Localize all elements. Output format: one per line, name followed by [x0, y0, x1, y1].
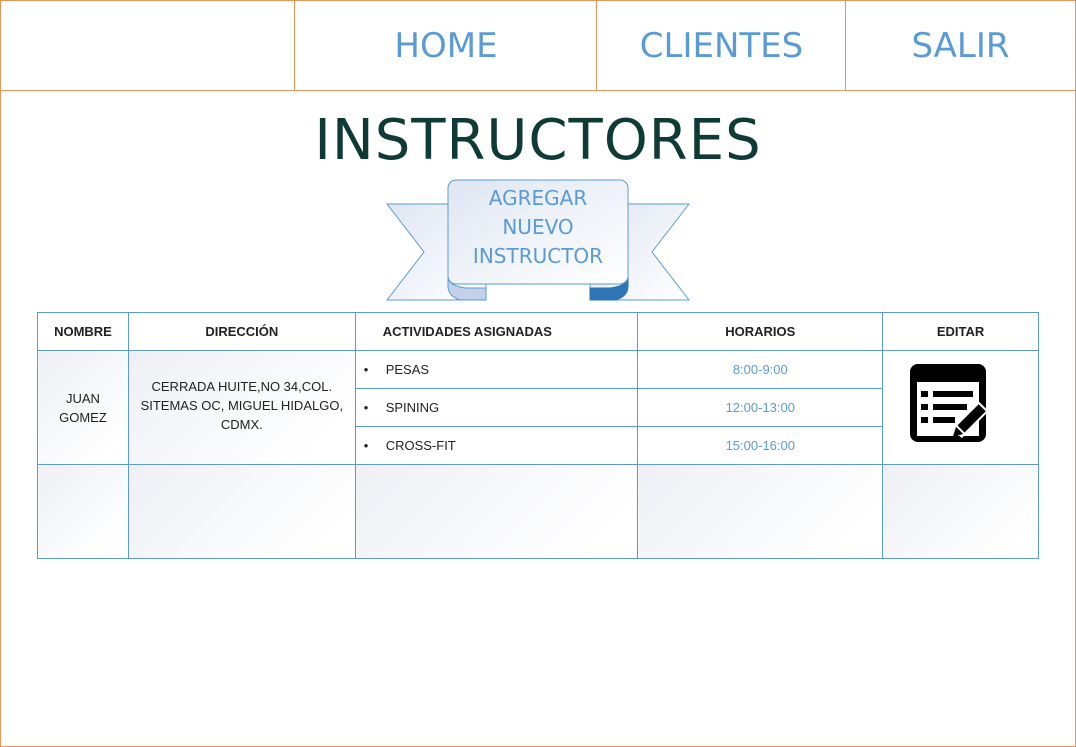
nombre-line2: GOMEZ	[59, 409, 107, 425]
nav-clientes[interactable]: CLIENTES	[596, 1, 846, 90]
direccion-line3: CDMX.	[220, 417, 263, 432]
nav-salir[interactable]: SALIR	[845, 1, 1075, 90]
empty-cell	[37, 464, 129, 559]
table-row: JUAN GOMEZ CERRADA HUITE,NO 34,COL. SITE…	[37, 350, 1039, 465]
table-row	[37, 464, 1039, 559]
header-nombre: NOMBRE	[37, 312, 129, 351]
empty-cell	[354, 464, 639, 559]
instructors-table: NOMBRE DIRECCIÓN ACTIVIDADES ASIGNADAS H…	[37, 312, 1039, 559]
schedule-item: 15:00-16:00	[638, 426, 883, 464]
top-nav: HOME CLIENTES SALIR	[1, 1, 1075, 91]
empty-cell	[127, 464, 356, 559]
activity-item: • SPINING	[355, 388, 638, 427]
header-actividades: ACTIVIDADES ASIGNADAS	[354, 312, 639, 351]
direccion-line2: SITEMAS OC, MIGUEL HIDALGO,	[140, 398, 344, 413]
empty-cell	[637, 464, 884, 559]
cell-direccion: CERRADA HUITE,NO 34,COL. SITEMAS OC, MIG…	[127, 350, 356, 465]
direccion-line1: CERRADA HUITE,NO 34,COL.	[151, 379, 333, 394]
activity-label: PESAS	[385, 362, 430, 377]
add-instructor-button[interactable]: AGREGAR NUEVO INSTRUCTOR	[448, 184, 628, 271]
activity-item: • CROSS-FIT	[355, 426, 638, 464]
nav-blank	[1, 1, 294, 90]
cell-horarios: 8:00-9:00 12:00-13:00 15:00-16:00	[637, 350, 884, 465]
cell-nombre: JUAN GOMEZ	[37, 350, 129, 465]
add-instructor-line1: AGREGAR	[488, 186, 588, 210]
table-header-row: NOMBRE DIRECCIÓN ACTIVIDADES ASIGNADAS H…	[37, 312, 1039, 351]
header-direccion: DIRECCIÓN	[127, 312, 356, 351]
bullet-icon: •	[363, 438, 369, 453]
header-horarios: HORARIOS	[637, 312, 884, 351]
add-instructor-line3: INSTRUCTOR	[472, 244, 604, 268]
activity-label: SPINING	[385, 400, 440, 415]
empty-cell	[882, 464, 1039, 559]
schedule-item: 12:00-13:00	[638, 388, 883, 427]
page-title: INSTRUCTORES	[314, 108, 762, 173]
nav-home[interactable]: HOME	[294, 1, 597, 90]
schedule-item: 8:00-9:00	[732, 362, 788, 377]
activity-item: • PESAS	[356, 351, 638, 389]
edit-document-icon[interactable]	[906, 360, 998, 452]
nombre-line1: JUAN	[65, 390, 100, 406]
activity-label: CROSS-FIT	[385, 438, 456, 453]
bullet-icon: •	[363, 362, 369, 377]
cell-actividades: • PESAS • SPINING • CROSS-FIT	[354, 350, 639, 465]
add-instructor-line2: NUEVO	[502, 215, 574, 239]
bullet-icon: •	[363, 400, 369, 415]
header-editar: EDITAR	[882, 312, 1039, 351]
